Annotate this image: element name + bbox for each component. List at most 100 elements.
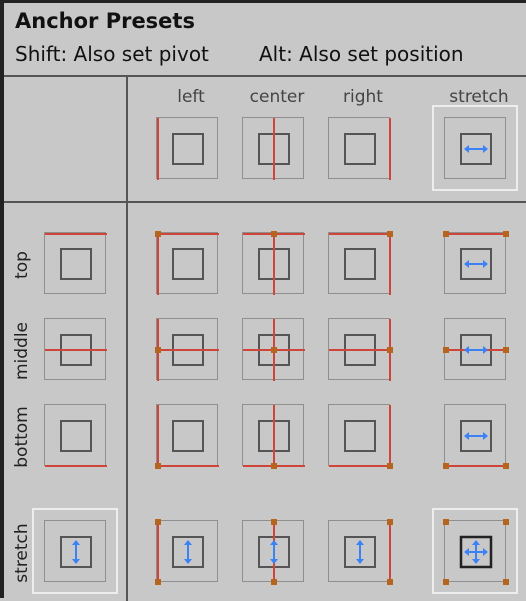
anchor-preset-icon (155, 519, 204, 585)
anchor-preset-none-stretch[interactable] (432, 105, 518, 191)
anchor-handle (387, 579, 393, 585)
anchor-preset-top-none[interactable] (44, 232, 107, 294)
rect-outline (172, 420, 204, 452)
anchor-handle (443, 347, 449, 353)
anchor-preset-icon (243, 319, 305, 381)
anchor-preset-icon (45, 420, 107, 467)
anchor-preset-icon (329, 319, 393, 381)
col-header-center: center (249, 87, 305, 107)
shift-hint: Shift: Also set pivot (15, 42, 209, 66)
row-header-stretch: stretch (12, 523, 32, 583)
rect-outline (172, 248, 204, 280)
anchor-preset-none-center[interactable] (242, 117, 304, 180)
anchor-preset-icon (243, 231, 305, 295)
vertical-stretch-arrow-icon (270, 540, 278, 564)
anchor-handle (443, 463, 449, 469)
anchor-preset-icon (155, 319, 219, 381)
anchor-preset-icon (443, 334, 509, 366)
anchor-preset-icon (329, 405, 393, 469)
anchor-handle (503, 231, 509, 237)
anchor-preset-middle-center[interactable] (242, 318, 305, 381)
column-divider (126, 75, 128, 601)
anchor-handle (503, 463, 509, 469)
grid-divider (4, 201, 526, 203)
anchor-handle (155, 347, 161, 353)
anchor-preset-icon (344, 118, 391, 180)
anchor-handle (503, 347, 509, 353)
anchor-preset-none-left[interactable] (156, 117, 218, 180)
anchor-preset-stretch-right[interactable] (328, 519, 393, 585)
rect-outline (60, 420, 92, 452)
anchor-preset-bottom-stretch[interactable] (443, 404, 509, 469)
anchor-handle (503, 579, 509, 585)
anchor-preset-top-stretch[interactable] (443, 231, 509, 294)
anchor-handle (443, 519, 449, 525)
anchor-preset-middle-right[interactable] (328, 318, 393, 381)
rect-outline (60, 248, 92, 280)
anchor-preset-icon (45, 334, 107, 366)
anchor-handle (155, 463, 161, 469)
row-header-bottom: bottom (12, 406, 32, 468)
anchor-preset-middle-left[interactable] (155, 318, 219, 381)
horizontal-stretch-arrow-icon (464, 145, 488, 153)
anchor-handle (271, 579, 277, 585)
horizontal-stretch-arrow-icon (464, 346, 488, 354)
anchor-preset-icon (443, 519, 509, 585)
row-header-middle: middle (12, 321, 32, 381)
alt-hint: Alt: Also set position (259, 42, 464, 66)
anchor-preset-bottom-center[interactable] (242, 404, 305, 469)
header-divider (4, 75, 526, 77)
anchor-preset-middle-none[interactable] (44, 318, 107, 380)
anchor-preset-stretch-left[interactable] (155, 519, 218, 585)
anchor-preset-top-left[interactable] (155, 231, 219, 295)
col-header-stretch: stretch (449, 87, 509, 107)
anchor-handle (387, 231, 393, 237)
anchor-preset-icon (157, 118, 204, 180)
anchor-preset-icon (329, 231, 393, 295)
anchor-preset-icon (443, 231, 509, 280)
anchor-handle (387, 463, 393, 469)
anchor-preset-none-right[interactable] (328, 117, 391, 180)
anchor-preset-icon (60, 536, 92, 568)
row-header-top: top (12, 251, 32, 279)
col-header-right: right (343, 87, 383, 107)
anchor-preset-icon (243, 405, 305, 469)
col-header-left: left (177, 87, 205, 107)
anchor-handle (503, 519, 509, 525)
anchor-handle (155, 579, 161, 585)
anchor-preset-icon (344, 519, 393, 585)
anchor-preset-bottom-none[interactable] (44, 404, 107, 467)
anchor-handle (271, 519, 277, 525)
panel-title: Anchor Presets (15, 9, 195, 33)
anchor-preset-icon (45, 233, 107, 280)
anchor-handle (271, 463, 277, 469)
anchor-handle (271, 231, 277, 237)
rect-outline (344, 420, 376, 452)
rect-outline (172, 133, 204, 165)
anchor-handle (443, 579, 449, 585)
anchor-preset-bottom-right[interactable] (328, 404, 393, 469)
anchor-preset-stretch-stretch[interactable] (432, 508, 518, 594)
anchor-handle (387, 519, 393, 525)
anchor-preset-icon (443, 420, 509, 469)
vertical-stretch-arrow-icon (184, 540, 192, 564)
vertical-stretch-arrow-icon (72, 540, 80, 564)
anchor-handle (443, 231, 449, 237)
anchor-preset-icon (258, 118, 290, 180)
horizontal-stretch-arrow-icon (464, 260, 488, 268)
anchor-preset-middle-stretch[interactable] (443, 318, 509, 380)
anchor-preset-icon (155, 231, 219, 295)
anchor-preset-stretch-none[interactable] (32, 508, 118, 594)
anchor-preset-top-center[interactable] (242, 231, 305, 295)
anchor-preset-bottom-left[interactable] (155, 404, 219, 469)
anchor-preset-icon (258, 519, 290, 585)
anchor-preset-top-right[interactable] (328, 231, 393, 295)
anchor-handle (387, 347, 393, 353)
anchor-preset-icon (460, 133, 492, 165)
rect-outline (344, 133, 376, 165)
anchor-preset-stretch-center[interactable] (242, 519, 304, 585)
anchor-preset-icon (155, 405, 219, 469)
anchor-handle (155, 519, 161, 525)
rect-outline (344, 248, 376, 280)
vertical-stretch-arrow-icon (356, 540, 364, 564)
